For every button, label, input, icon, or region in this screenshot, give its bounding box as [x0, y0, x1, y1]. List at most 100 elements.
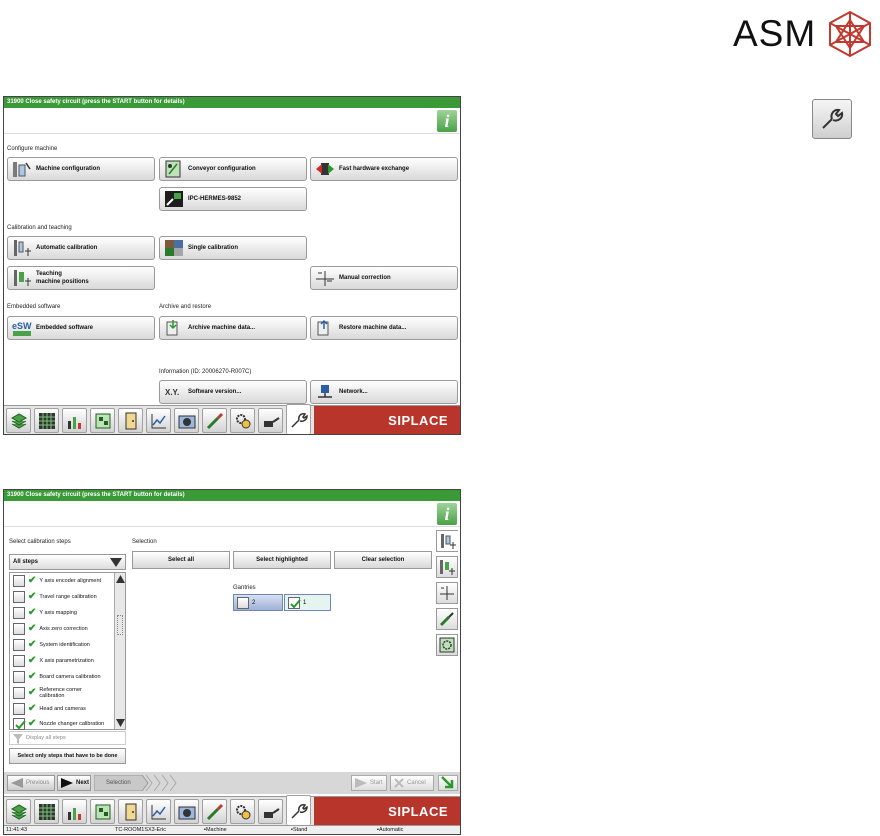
previous-button[interactable]: Previous — [7, 775, 55, 791]
machine-configuration-button[interactable]: Machine configuration — [7, 157, 155, 181]
step-checkbox[interactable] — [13, 639, 25, 651]
steps-scrollbar[interactable] — [114, 573, 125, 729]
nav-oil-button[interactable] — [258, 799, 283, 824]
nav-overview-button[interactable] — [6, 408, 31, 433]
step-y-axis-mapping[interactable]: ✔ Y axis mapping — [10, 605, 115, 621]
nav-camera-button[interactable] — [174, 408, 199, 433]
settings-tool[interactable] — [436, 634, 458, 656]
pipette-tool[interactable] — [436, 608, 458, 630]
nav-statistics-button[interactable] — [62, 799, 87, 824]
step-axis-zero[interactable]: ✔ Axis zero correction — [10, 621, 115, 637]
display-all-steps-toggle[interactable]: Display all steps — [9, 731, 126, 745]
nav-board-button[interactable] — [90, 408, 115, 433]
ipc-hermes-button[interactable]: IPC-HERMES-9852 — [159, 187, 307, 211]
step-checkbox[interactable] — [13, 623, 25, 635]
nav-overview-button[interactable] — [6, 799, 31, 824]
automatic-calibration-button[interactable]: Automatic calibration — [7, 236, 155, 260]
select-all-button[interactable]: Select all — [132, 551, 230, 569]
manual-correction-tool[interactable] — [436, 582, 458, 604]
section-calibration: Calibration and teaching — [7, 225, 72, 231]
nav-chart-button[interactable] — [146, 408, 171, 433]
step-checkbox[interactable] — [13, 671, 25, 683]
step-checkbox[interactable] — [13, 591, 25, 603]
auto-calibration-icon — [14, 240, 31, 256]
archive-machine-data-button[interactable]: Archive machine data... — [159, 316, 307, 340]
nav-settings-button[interactable] — [230, 799, 255, 824]
gantry-checkbox-checked[interactable] — [288, 596, 301, 609]
fast-hardware-exchange-button[interactable]: Fast hardware exchange — [310, 157, 458, 181]
exit-wizard-button[interactable] — [438, 775, 458, 791]
wrench-side-button[interactable] — [812, 99, 852, 139]
nav-service-button[interactable] — [286, 795, 311, 825]
nav-board-button[interactable] — [90, 799, 115, 824]
auto-calibration-tool[interactable] — [436, 530, 458, 552]
step-checkbox[interactable] — [13, 703, 25, 715]
grid-icon — [38, 803, 55, 820]
bar-chart-icon — [67, 807, 81, 820]
cancel-button[interactable]: Cancel — [390, 775, 434, 791]
nav-statistics-button[interactable] — [62, 408, 87, 433]
conveyor-configuration-button[interactable]: Conveyor configuration — [159, 157, 307, 181]
step-system-identification[interactable]: ✔ System identification — [10, 637, 115, 653]
gantry-1-toggle[interactable]: 1 — [284, 594, 331, 611]
step-head-cameras[interactable]: ✔ Head and cameras — [10, 701, 115, 717]
step-checkbox[interactable] — [13, 655, 25, 667]
teaching-icon — [440, 560, 455, 575]
gears-icon — [235, 413, 250, 428]
select-required-steps-button[interactable]: Select only steps that have to be done — [9, 748, 126, 764]
gantry-checkbox[interactable] — [237, 596, 249, 609]
nav-camera-button[interactable] — [174, 799, 199, 824]
step-y-axis-encoder[interactable]: ✔ Y axis encoder alignment — [10, 573, 115, 589]
scroll-up-icon[interactable] — [115, 573, 126, 585]
step-travel-range[interactable]: ✔ Travel range calibration — [10, 589, 115, 605]
scroll-down-icon[interactable] — [115, 717, 126, 729]
scroll-thumb[interactable] — [117, 615, 123, 635]
manual-correction-icon — [440, 586, 454, 600]
software-version-button[interactable]: X.Y. Software version... — [159, 380, 307, 404]
service-screen: 31900 Close safety circuit (press the ST… — [3, 96, 461, 435]
step-nozzle-changer[interactable]: ✔ Nozzle changer calibration — [10, 716, 115, 732]
step-checkbox-checked[interactable] — [13, 718, 26, 730]
step-x-axis-param[interactable]: ✔ X axis parametrization — [10, 653, 115, 669]
next-button[interactable]: Next — [57, 775, 91, 791]
gantry-2-toggle[interactable]: 2 — [233, 594, 283, 611]
clear-selection-button[interactable]: Clear selection — [334, 551, 432, 569]
nav-service-button[interactable] — [286, 404, 311, 434]
nav-door-button[interactable] — [118, 408, 143, 433]
info-icon[interactable]: i — [437, 503, 457, 525]
status-machine-service: ▪ Machine service — [204, 827, 227, 833]
calibration-side-toolbar — [436, 530, 458, 660]
select-highlighted-button[interactable]: Select highlighted — [233, 551, 331, 569]
start-button[interactable]: Start — [351, 775, 387, 791]
conveyor-icon — [165, 160, 181, 178]
step-checkbox[interactable] — [13, 575, 25, 587]
steps-filter-dropdown[interactable]: All steps — [9, 554, 126, 570]
software-version-icon: X.Y. — [165, 388, 179, 397]
step-reference-corner[interactable]: ✔ Reference corner calibration — [10, 685, 115, 701]
nav-door-button[interactable] — [118, 799, 143, 824]
section-archive: Archive and restore — [159, 304, 212, 310]
manual-correction-button[interactable]: Manual correction — [310, 266, 458, 290]
teaching-tool[interactable] — [436, 556, 458, 578]
teaching-machine-positions-button[interactable]: Teaching machine positions — [7, 266, 155, 290]
nav-pipette-button[interactable] — [202, 408, 227, 433]
step-checkbox[interactable] — [13, 607, 25, 619]
single-calibration-button[interactable]: Single calibration — [159, 236, 307, 260]
step-board-camera[interactable]: ✔ Board camera calibration — [10, 669, 115, 685]
nav-oil-button[interactable] — [258, 408, 283, 433]
nav-grid-button[interactable] — [34, 799, 59, 824]
wizard-bar: Previous Next Selection Start Cancel — [4, 772, 460, 794]
network-button[interactable]: Network... — [310, 380, 458, 404]
nav-settings-button[interactable] — [230, 408, 255, 433]
status-bar: 11:41:43 TC-ROOM1SX3-Eric ▪ Machine serv… — [4, 825, 460, 834]
pipette-icon — [439, 612, 454, 627]
nav-grid-button[interactable] — [34, 408, 59, 433]
board-icon — [95, 804, 110, 819]
nav-pipette-button[interactable] — [202, 799, 227, 824]
nav-chart-button[interactable] — [146, 799, 171, 824]
embedded-software-button[interactable]: eSW Embedded software — [7, 316, 155, 340]
step-checkbox[interactable] — [13, 687, 25, 699]
restore-machine-data-button[interactable]: Restore machine data... — [310, 316, 458, 340]
hardware-exchange-icon — [316, 163, 334, 175]
info-icon[interactable]: i — [437, 110, 457, 132]
